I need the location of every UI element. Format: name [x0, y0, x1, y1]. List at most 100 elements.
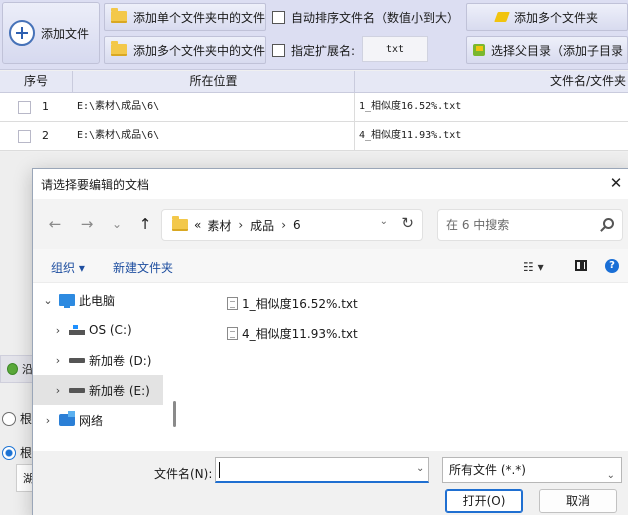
auto-sort-checkbox[interactable]: 自动排序文件名（数值小到大） — [272, 9, 459, 26]
text-caret — [219, 462, 220, 478]
computer-icon — [59, 294, 75, 308]
dialog-titlebar: 请选择要编辑的文档 ✕ — [33, 169, 628, 199]
checkbox-box[interactable] — [272, 44, 285, 57]
chevron-right-icon[interactable]: › — [51, 384, 65, 397]
file-item-label: 4_相似度11.93%.txt — [242, 326, 358, 341]
chevron-right-icon[interactable]: › — [51, 354, 65, 367]
row-index: 1 — [42, 100, 49, 113]
green-dot-icon — [7, 363, 18, 375]
scrollbar-thumb[interactable] — [173, 401, 176, 427]
open-file-dialog: 请选择要编辑的文档 ✕ ← → ⌄ ↑ « 素材 › 成品 › 6 ⌄ ↻ 在 … — [32, 168, 628, 515]
tree-item-drive-d[interactable]: › 新加卷 (D:) — [33, 345, 179, 375]
chevron-right-icon[interactable]: › — [51, 324, 65, 337]
back-arrow-icon[interactable]: ← — [45, 213, 65, 235]
file-item-label: 1_相似度16.52%.txt — [242, 296, 358, 311]
radio-option-2[interactable]: 根 — [0, 444, 32, 461]
lower-action-button[interactable]: 沿 — [0, 355, 34, 383]
address-dropdown-icon[interactable]: ⌄ — [380, 216, 388, 227]
checkbox-box[interactable] — [272, 11, 285, 24]
folder-icon — [111, 8, 127, 23]
radio-button-selected[interactable] — [2, 445, 16, 460]
open-button[interactable]: 打开(O) — [445, 489, 523, 513]
add-multi-folders-button[interactable]: 添加多个文件夹 — [466, 3, 628, 31]
column-header-index[interactable]: 序号 — [0, 71, 73, 93]
filename-input[interactable]: ⌄ — [215, 457, 429, 483]
select-parent-label: 选择父目录（添加子目录 — [491, 43, 624, 58]
tree-item-drive-c[interactable]: › OS (C:) — [33, 315, 179, 345]
preview-pane-icon[interactable] — [575, 260, 587, 271]
organize-menu[interactable]: 组织 ▾ — [51, 259, 85, 276]
network-icon — [59, 411, 75, 426]
table-row[interactable]: 1 E:\素材\成品\6\ 1_相似度16.52%.txt — [0, 93, 628, 122]
dialog-title: 请选择要编辑的文档 — [41, 177, 150, 192]
tree-item-network[interactable]: › 网络 — [33, 405, 179, 435]
breadcrumb-item[interactable]: 成品 — [250, 217, 274, 234]
column-header-location[interactable]: 所在位置 — [73, 71, 355, 93]
chevron-down-icon[interactable]: ⌄ — [41, 294, 55, 307]
row-checkbox[interactable] — [18, 130, 31, 143]
specify-ext-label: 指定扩展名: — [291, 44, 356, 58]
tree-item-drive-e[interactable]: › 新加卷 (E:) — [33, 375, 163, 405]
cancel-button[interactable]: 取消 — [539, 489, 617, 513]
row-checkbox[interactable] — [18, 101, 31, 114]
file-type-select[interactable]: 所有文件 (*.*) ⌄ — [442, 457, 622, 483]
file-grid-header: 序号 所在位置 文件名/文件夹 — [0, 71, 628, 93]
filename-dropdown-icon[interactable]: ⌄ — [416, 463, 424, 474]
breadcrumb-separator-icon: › — [281, 218, 286, 232]
parent-dir-icon — [473, 44, 485, 56]
row-filename: 1_相似度16.52%.txt — [359, 101, 462, 112]
dialog-footer: 文件名(N): ⌄ 所有文件 (*.*) ⌄ 打开(O) 取消 — [33, 451, 628, 515]
add-file-button[interactable]: 添加文件 — [2, 2, 100, 64]
os-drive-icon — [69, 325, 85, 335]
tree-item-label: 网络 — [79, 413, 104, 428]
address-bar[interactable]: « 素材 › 成品 › 6 ⌄ ↻ — [161, 209, 423, 241]
search-input[interactable]: 在 6 中搜索 — [437, 209, 623, 241]
drive-icon — [69, 387, 85, 393]
file-list-pane: 1_相似度16.52%.txt 4_相似度11.93%.txt — [179, 283, 628, 451]
add-single-folder-button[interactable]: 添加单个文件夹中的文件 — [104, 3, 266, 31]
row-index: 2 — [42, 129, 49, 142]
command-bar: 组织 ▾ 新建文件夹 ☷ ▾ ? — [33, 249, 628, 283]
add-multi-folder-button[interactable]: 添加多个文件夹中的文件 — [104, 36, 266, 64]
tree-item-label: OS (C:) — [89, 323, 132, 337]
row-location: E:\素材\成品\6\ — [73, 122, 355, 150]
tree-item-label: 新加卷 (D:) — [89, 353, 152, 368]
tree-item-label: 此电脑 — [79, 293, 116, 308]
chevron-down-icon[interactable]: ⌄ — [607, 464, 615, 488]
auto-sort-label: 自动排序文件名（数值小到大） — [291, 11, 460, 25]
radio-button[interactable] — [2, 411, 16, 426]
view-options-icon[interactable]: ☷ ▾ — [523, 260, 544, 274]
breadcrumb-item[interactable]: 素材 — [207, 217, 231, 234]
navigation-pane: ⌄ 此电脑 › OS (C:) › 新加卷 (D:) › 新加卷 (E:) › … — [33, 283, 179, 451]
row-location: E:\素材\成品\6\ — [73, 93, 355, 121]
tree-item-this-pc[interactable]: ⌄ 此电脑 — [33, 285, 179, 315]
table-row[interactable]: 2 E:\素材\成品\6\ 4_相似度11.93%.txt — [0, 122, 628, 151]
file-item[interactable]: 4_相似度11.93%.txt — [227, 323, 358, 343]
text-file-icon — [227, 326, 238, 340]
select-parent-dir-button[interactable]: 选择父目录（添加子目录 — [466, 36, 628, 64]
folder-icon — [172, 216, 188, 231]
file-item[interactable]: 1_相似度16.52%.txt — [227, 293, 358, 313]
search-placeholder: 在 6 中搜索 — [446, 218, 510, 232]
add-single-folder-label: 添加单个文件夹中的文件 — [132, 10, 265, 25]
radio-option-1[interactable]: 根 — [0, 410, 32, 427]
breadcrumb-item[interactable]: 6 — [293, 218, 301, 232]
recent-locations-chevron-icon[interactable]: ⌄ — [107, 213, 127, 235]
help-icon[interactable]: ? — [605, 259, 619, 273]
chevron-right-icon[interactable]: › — [41, 414, 55, 427]
column-header-filename[interactable]: 文件名/文件夹 — [355, 71, 628, 93]
add-multi-folders-label: 添加多个文件夹 — [513, 10, 598, 25]
radio-label: 根 — [20, 446, 33, 460]
tree-item-label: 新加卷 (E:) — [89, 383, 150, 398]
address-prefix[interactable]: « — [194, 218, 201, 232]
specify-ext-checkbox[interactable]: 指定扩展名: — [272, 42, 355, 59]
up-arrow-icon[interactable]: ↑ — [135, 213, 155, 235]
forward-arrow-icon[interactable]: → — [77, 213, 97, 235]
radio-label: 根 — [20, 412, 33, 426]
close-icon[interactable]: ✕ — [607, 173, 625, 193]
refresh-icon[interactable]: ↻ — [401, 214, 414, 232]
search-icon[interactable] — [603, 218, 614, 229]
extension-input[interactable]: txt — [362, 36, 428, 62]
new-folder-button[interactable]: 新建文件夹 — [113, 259, 173, 276]
plus-circle-icon — [9, 20, 35, 46]
